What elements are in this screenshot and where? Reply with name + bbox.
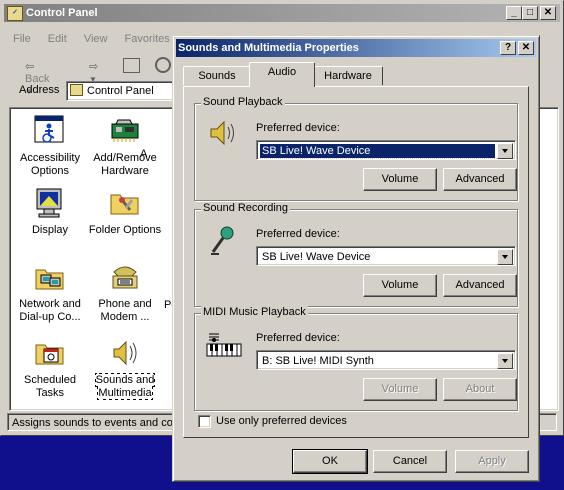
menu-edit[interactable]: Edit bbox=[48, 33, 67, 45]
control-panel-titlebar[interactable]: ✓ Control Panel _ □ ✕ bbox=[4, 4, 560, 22]
group-title: MIDI Music Playback bbox=[201, 306, 308, 318]
apply-button: Apply bbox=[455, 450, 529, 473]
tab-hardware[interactable]: Hardware bbox=[313, 66, 383, 85]
speaker-icon bbox=[207, 118, 243, 150]
recording-device-select[interactable]: SB Live! Wave Device bbox=[256, 246, 516, 266]
sounds-multimedia-dialog: Sounds and Multimedia Properties ? ✕ Sou… bbox=[172, 35, 540, 482]
scheduled-tasks-icon bbox=[33, 336, 67, 370]
pref-label: Preferred device: bbox=[256, 228, 340, 240]
address-value: Control Panel bbox=[87, 85, 154, 97]
item-label: Network and Dial-up Co... bbox=[19, 298, 81, 323]
item-label: Sounds and Multimedia bbox=[94, 373, 156, 400]
menu-file[interactable]: File bbox=[13, 33, 31, 45]
phone-modem-icon bbox=[108, 260, 142, 294]
item-scheduled-tasks[interactable]: Scheduled Tasks bbox=[10, 336, 90, 400]
item-partial-a[interactable]: A bbox=[140, 148, 160, 161]
audio-tab-panel: Sound Playback Preferred device: SB Live… bbox=[183, 86, 529, 438]
accessibility-icon bbox=[33, 114, 67, 148]
preferred-only-checkbox[interactable] bbox=[198, 415, 211, 428]
midi-volume-button: Volume bbox=[363, 378, 437, 401]
midi-device-select[interactable]: B: SB Live! MIDI Synth bbox=[256, 350, 516, 370]
item-label: Folder Options bbox=[88, 224, 162, 236]
group-title: Sound Recording bbox=[201, 202, 291, 214]
dialog-close-button[interactable]: ✕ bbox=[518, 41, 534, 55]
network-icon bbox=[33, 260, 67, 294]
up-folder-icon[interactable] bbox=[123, 58, 140, 73]
folder-icon bbox=[70, 84, 83, 96]
sound-recording-group: Sound Recording Preferred device: SB Liv… bbox=[194, 202, 518, 307]
item-folder-options[interactable]: Folder Options bbox=[85, 186, 165, 237]
recording-volume-button[interactable]: Volume bbox=[363, 274, 437, 297]
item-label: Scheduled Tasks bbox=[24, 374, 76, 399]
selected-device: B: SB Live! MIDI Synth bbox=[262, 355, 374, 367]
dialog-title: Sounds and Multimedia Properties bbox=[178, 42, 359, 54]
close-button[interactable]: ✕ bbox=[540, 6, 556, 20]
control-panel-icon: ✓ bbox=[7, 6, 23, 21]
minimize-button[interactable]: _ bbox=[506, 6, 522, 20]
item-network-dialup[interactable]: Network and Dial-up Co... bbox=[10, 260, 90, 324]
help-button[interactable]: ? bbox=[500, 41, 516, 55]
pref-label: Preferred device: bbox=[256, 332, 340, 344]
display-icon bbox=[33, 186, 67, 220]
item-add-remove-hardware[interactable]: Add/Remove Hardware bbox=[85, 114, 165, 178]
selected-device: SB Live! Wave Device bbox=[262, 251, 371, 263]
playback-advanced-button[interactable]: Advanced bbox=[443, 168, 517, 191]
menu-favorites[interactable]: Favorites bbox=[125, 33, 170, 45]
item-label: Display bbox=[31, 224, 69, 236]
midi-keyboard-icon bbox=[205, 330, 245, 362]
folder-options-icon bbox=[108, 186, 142, 220]
menu-bar: File Edit View Favorites bbox=[13, 33, 184, 53]
midi-about-button: About bbox=[443, 378, 517, 401]
group-title: Sound Playback bbox=[201, 96, 285, 108]
playback-volume-button[interactable]: Volume bbox=[363, 168, 437, 191]
tab-sounds[interactable]: Sounds bbox=[183, 66, 251, 85]
chevron-down-icon[interactable] bbox=[497, 143, 513, 159]
control-panel-title: Control Panel bbox=[26, 7, 98, 19]
item-sounds-multimedia[interactable]: Sounds and Multimedia bbox=[85, 336, 165, 400]
item-phone-modem[interactable]: Phone and Modem ... bbox=[85, 260, 165, 324]
item-display[interactable]: Display bbox=[10, 186, 90, 237]
dialog-titlebar[interactable]: Sounds and Multimedia Properties ? ✕ bbox=[176, 39, 536, 57]
back-arrow-icon: ⇦ bbox=[25, 61, 35, 73]
item-label: Phone and Modem ... bbox=[98, 298, 152, 323]
hardware-icon bbox=[108, 114, 142, 148]
search-icon[interactable] bbox=[155, 57, 171, 73]
maximize-button[interactable]: □ bbox=[522, 6, 538, 20]
cancel-button[interactable]: Cancel bbox=[373, 450, 447, 473]
pref-label: Preferred device: bbox=[256, 122, 340, 134]
menu-view[interactable]: View bbox=[84, 33, 108, 45]
tab-audio[interactable]: Audio bbox=[249, 62, 315, 87]
sounds-icon bbox=[108, 336, 142, 370]
address-label: Address bbox=[19, 84, 60, 96]
microphone-icon bbox=[207, 224, 243, 256]
item-label: Accessibility Options bbox=[20, 152, 80, 177]
chevron-down-icon[interactable] bbox=[497, 353, 513, 369]
ok-button[interactable]: OK bbox=[292, 449, 368, 474]
chevron-down-icon[interactable] bbox=[497, 249, 513, 265]
checkbox-label[interactable]: Use only preferred devices bbox=[216, 415, 347, 427]
item-label: A bbox=[140, 148, 148, 160]
recording-advanced-button[interactable]: Advanced bbox=[443, 274, 517, 297]
selected-device: SB Live! Wave Device bbox=[259, 143, 496, 159]
item-accessibility[interactable]: Accessibility Options bbox=[10, 114, 90, 178]
midi-playback-group: MIDI Music Playback Preferred device: B:… bbox=[194, 306, 518, 411]
playback-device-select[interactable]: SB Live! Wave Device bbox=[256, 140, 516, 160]
sound-playback-group: Sound Playback Preferred device: SB Live… bbox=[194, 96, 518, 201]
